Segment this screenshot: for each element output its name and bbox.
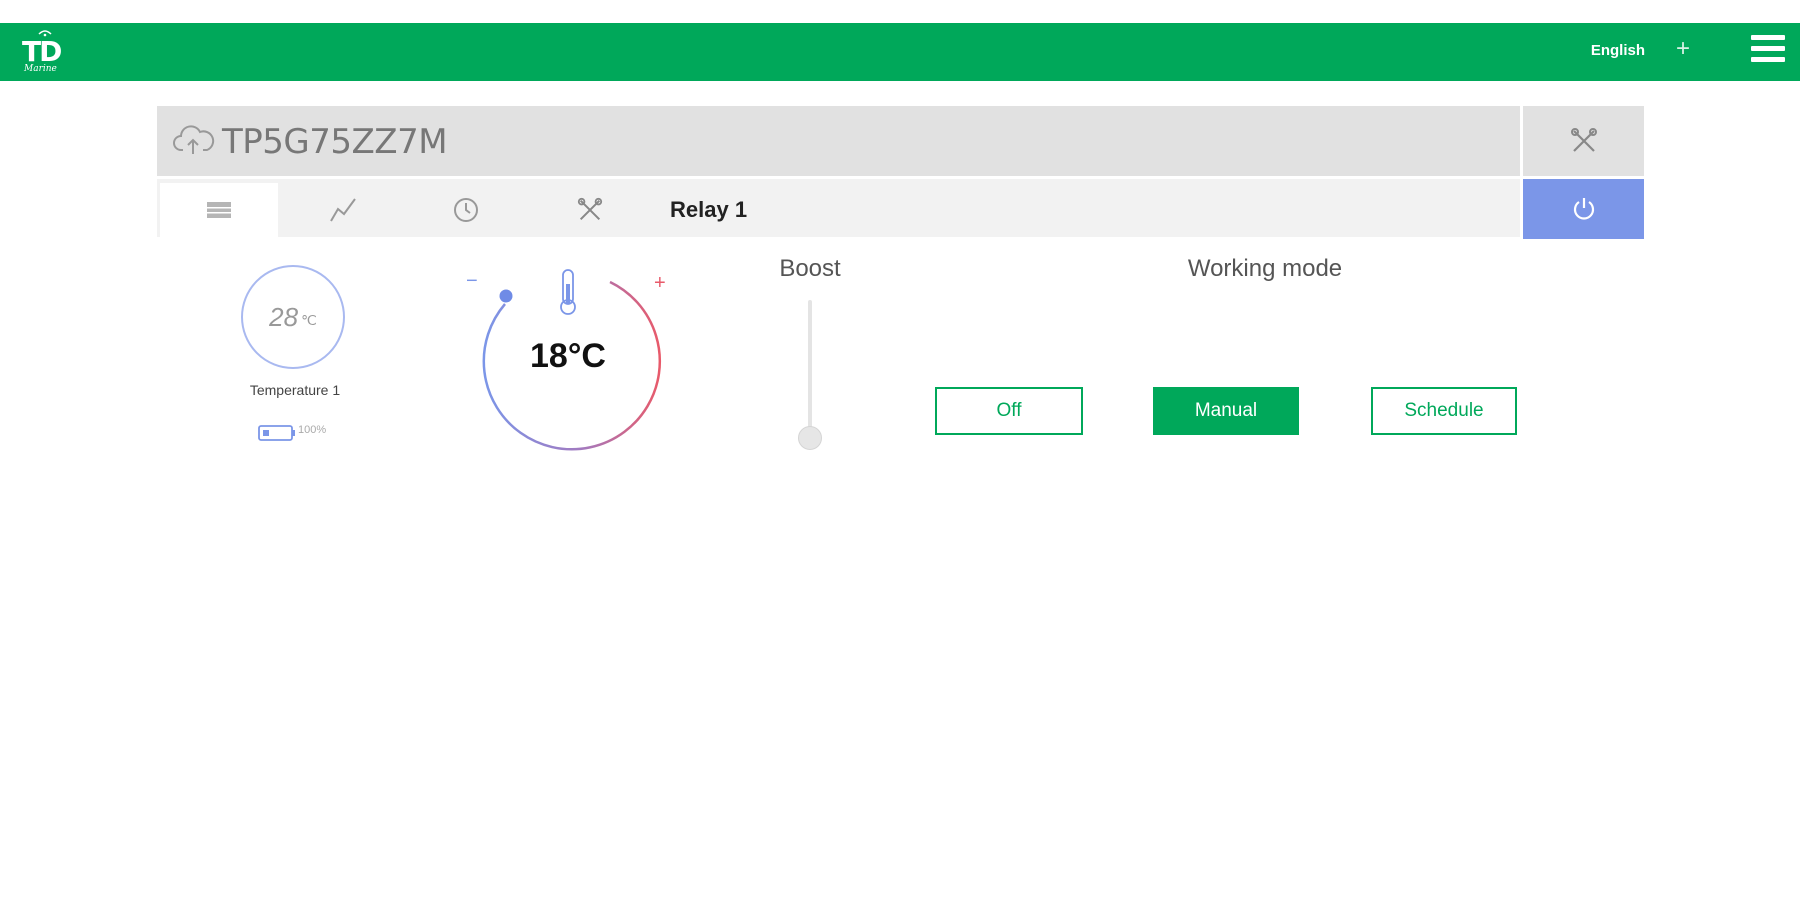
sensor-value: 28	[269, 301, 299, 332]
add-icon[interactable]: +	[1676, 35, 1690, 63]
temperature-sensor-gauge[interactable]: 28 ℃	[241, 265, 345, 369]
decrease-temp-button[interactable]: −	[466, 270, 478, 293]
cloud-upload-icon	[173, 125, 215, 154]
language-selector[interactable]: English	[1591, 42, 1645, 59]
tab-chart[interactable]	[284, 183, 402, 237]
chart-line-icon	[330, 198, 356, 222]
battery-level: 100%	[298, 424, 327, 436]
device-settings-button[interactable]	[1523, 106, 1644, 176]
working-mode-label: Working mode	[1187, 255, 1343, 282]
logo-subtext: Marine	[24, 64, 57, 74]
relay-label: Relay 1	[670, 197, 748, 222]
tab-overview[interactable]	[160, 183, 278, 237]
device-header: TP5G75ZZ7M	[157, 106, 1520, 176]
clock-icon	[454, 198, 478, 222]
mode-manual-button[interactable]: Manual	[1153, 387, 1299, 435]
mode-off-button[interactable]: Off	[935, 387, 1083, 435]
power-icon	[1573, 198, 1594, 220]
tab-bar: Relay 1	[157, 179, 1520, 237]
thermometer-icon	[560, 269, 576, 315]
battery-icon	[258, 425, 295, 441]
list-icon	[207, 202, 231, 218]
increase-temp-button[interactable]: +	[654, 272, 666, 295]
hamburger-menu-icon[interactable]	[1751, 35, 1785, 69]
top-navbar: TD Marine English +	[0, 23, 1800, 81]
boost-label: Boost	[779, 255, 841, 282]
dial-handle[interactable]	[499, 289, 513, 303]
tools-icon	[577, 197, 603, 221]
brand-logo[interactable]: TD Marine	[20, 30, 68, 75]
boost-slider-track[interactable]	[808, 300, 812, 430]
boost-slider-handle[interactable]	[798, 426, 822, 450]
device-name: TP5G75ZZ7M	[222, 122, 448, 162]
tab-schedule[interactable]	[407, 183, 525, 237]
tools-icon	[1570, 128, 1597, 152]
sensor-unit: ℃	[301, 311, 317, 328]
relay-power-button[interactable]	[1523, 179, 1644, 239]
mode-schedule-button[interactable]: Schedule	[1371, 387, 1517, 435]
sensor-label: Temperature 1	[249, 382, 341, 398]
setpoint-temperature: 18°C	[530, 337, 606, 375]
tab-settings[interactable]	[531, 183, 649, 237]
